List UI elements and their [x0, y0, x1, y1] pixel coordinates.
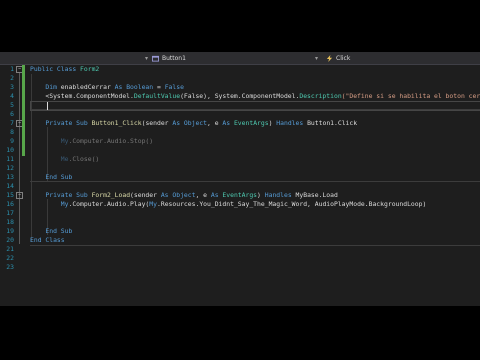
event-name: Click [336, 54, 351, 62]
code-line[interactable]: Public Class Form2 [30, 65, 99, 74]
procedure-separator [30, 181, 480, 182]
line-number: 14 [6, 182, 14, 190]
code-token: .Close() [68, 155, 100, 163]
video-frame: { "navbar": { "object_icon": "form-icon"… [0, 0, 480, 360]
code-line[interactable]: Private Sub Form2_Load(sender As Object,… [30, 191, 338, 200]
code-line[interactable]: My.Computer.Audio.Stop() [30, 137, 153, 146]
code-token: .Resources.You_Didnt_Say_The_Magic_Word,… [157, 200, 427, 208]
code-token: DefaultValue [133, 92, 181, 100]
code-token: (False), System.ComponentModel. [180, 92, 300, 100]
code-line[interactable]: Dim enabledCerrar As Boolean = False [30, 83, 184, 92]
code-token: Private Sub [30, 191, 92, 199]
code-token: As Boolean [114, 83, 157, 91]
procedure-separator [30, 245, 480, 246]
code-token: MyBase.Load [295, 191, 338, 199]
line-number: 5 [10, 101, 14, 109]
text-caret [47, 102, 48, 110]
code-token: .Computer.Audio.Stop() [68, 137, 154, 145]
line-number: 17 [6, 209, 14, 217]
line-number: 2 [10, 74, 14, 82]
code-token: Public Class [30, 65, 81, 73]
code-token: Form2_Load [91, 191, 131, 199]
event-dropdown[interactable]: Click [326, 52, 480, 64]
line-number: 18 [6, 218, 14, 226]
code-token: = [156, 83, 165, 91]
code-token: Dim [30, 83, 61, 91]
code-token: End Class [30, 236, 65, 244]
code-token: My [149, 200, 157, 208]
chevron-down-icon: ▾ [314, 54, 318, 62]
code-token: My [30, 137, 69, 145]
line-number: 1 [10, 65, 14, 73]
code-token: (sender [130, 191, 161, 199]
code-token: My [30, 200, 69, 208]
line-number: 4 [10, 92, 14, 100]
code-token: Handles [276, 119, 308, 127]
code-token: , e [207, 119, 223, 127]
code-token: As Object [160, 191, 196, 199]
change-indicator [22, 65, 25, 156]
code-token: Form2 [80, 65, 100, 73]
code-line[interactable]: End Class [30, 236, 65, 245]
code-token: .Computer.Audio.Play( [68, 200, 150, 208]
line-number: 22 [6, 254, 14, 262]
code-token: As [222, 119, 234, 127]
code-token: Private Sub [30, 119, 92, 127]
line-number: 23 [6, 263, 14, 271]
code-token: False [164, 83, 184, 91]
code-token: ("Define si se habilita el boton cerrar"… [341, 92, 480, 100]
collapse-method-icon[interactable]: − [16, 192, 23, 199]
line-number: 7 [10, 119, 14, 127]
chevron-down-icon: ▾ [144, 54, 148, 62]
current-line-highlight [30, 101, 480, 111]
code-line[interactable]: End Sub [30, 227, 72, 236]
code-token: As Object [172, 119, 208, 127]
line-number: 3 [10, 83, 14, 91]
code-token: EventArgs [233, 119, 269, 127]
code-token: Handles [264, 191, 296, 199]
line-number: 21 [6, 245, 14, 253]
code-token: As [210, 191, 223, 199]
code-token: , e [195, 191, 211, 199]
code-token: Description [299, 92, 342, 100]
line-number: 9 [10, 137, 14, 145]
code-editor-window: ▾ Button1 ▾ Click 1 2 3 4 5 6 7 8 9 10 11 12 13 14 15 1… [0, 52, 480, 306]
code-token: <System.ComponentModel. [30, 92, 134, 100]
code-line[interactable]: Me.Close() [30, 155, 100, 164]
code-token: End Sub [30, 227, 73, 235]
navigation-bar: ▾ Button1 ▾ Click [0, 52, 480, 65]
code-token: (sender [141, 119, 173, 127]
line-number: 19 [6, 227, 14, 235]
code-token: Me [30, 155, 69, 163]
code-token: enabledCerrar [60, 83, 115, 91]
code-line[interactable]: Private Sub Button1_Click(sender As Obje… [30, 119, 357, 128]
line-number: 6 [10, 110, 14, 118]
line-number-gutter: 1 2 3 4 5 6 7 8 9 10 11 12 13 14 15 16 17 18 19 20 21 22 23 [0, 65, 14, 306]
line-number: 11 [6, 155, 14, 163]
object-name: Button1 [162, 54, 186, 62]
line-number: 10 [6, 146, 14, 154]
line-number: 8 [10, 128, 14, 136]
lightning-bolt-icon [326, 54, 333, 62]
code-editor[interactable]: 1 2 3 4 5 6 7 8 9 10 11 12 13 14 15 16 17 18 19 20 21 22 23 − … [0, 65, 480, 306]
line-number: 12 [6, 164, 14, 172]
line-number: 20 [6, 236, 14, 244]
code-token: Button1_Click [91, 119, 142, 127]
code-token: EventArgs [222, 191, 258, 199]
code-line[interactable]: My.Computer.Audio.Play(My.Resources.You_… [30, 200, 427, 209]
code-line[interactable]: End Sub [30, 173, 72, 182]
line-number: 15 [6, 191, 14, 199]
form-icon [152, 55, 159, 62]
code-line[interactable]: <System.ComponentModel.DefaultValue(Fals… [30, 92, 480, 101]
code-token: ) [257, 191, 265, 199]
outline-line [19, 73, 20, 244]
object-dropdown[interactable]: Button1 ▾ [152, 52, 320, 64]
line-number: 13 [6, 173, 14, 181]
code-token: End Sub [30, 173, 73, 181]
project-dropdown[interactable]: ▾ [0, 52, 150, 64]
code-token: Button1.Click [307, 119, 358, 127]
line-number: 16 [6, 200, 14, 208]
